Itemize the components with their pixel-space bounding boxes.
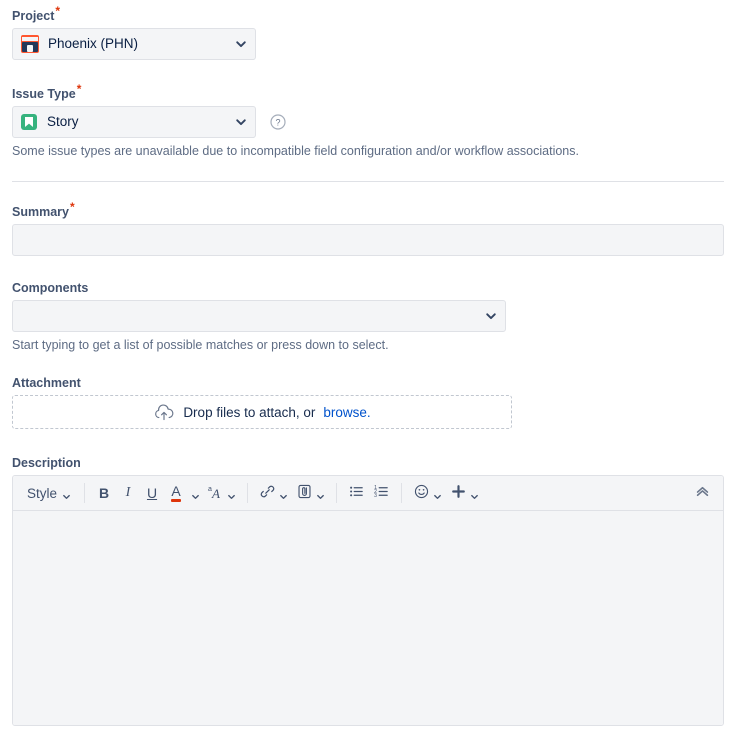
chevron-down-icon [433,489,442,499]
chevron-down-icon [235,116,247,128]
description-label: Description [12,456,81,470]
chevron-down-icon [470,489,479,499]
summary-field: Summary* [12,199,724,256]
more-formatting-icon: a A [206,484,226,503]
underline-button[interactable]: U [140,480,164,506]
attach-button[interactable] [292,480,329,506]
chevron-down-icon [235,38,247,50]
double-chevron-up-icon [694,483,711,503]
section-divider [12,181,724,182]
attachment-dropzone[interactable]: Drop files to attach, or browse. [12,395,512,429]
toolbar-separator [401,483,403,503]
issue-type-help-text: Some issue types are unavailable due to … [12,144,579,158]
story-icon [21,114,37,130]
issue-type-selected-value: Story [47,114,79,129]
chevron-down-icon [62,489,71,499]
issue-type-field: Issue Type* Story ? Some issue types are… [12,81,724,159]
emoji-button[interactable] [409,480,446,506]
link-icon [259,483,276,503]
components-field: Components Start typing to get a list of… [12,280,724,353]
insert-button[interactable] [446,480,483,506]
more-formatting-button[interactable]: a A [202,480,240,506]
issue-type-select[interactable]: Story [12,106,256,138]
description-field: Description Style B I U A a A 1 2 3 [12,455,724,726]
svg-text:A: A [211,486,220,500]
chevron-down-icon [316,489,325,499]
numbered-list-button[interactable]: 1 2 3 [369,480,394,506]
emoji-icon [413,483,430,503]
issue-type-label: Issue Type* [12,81,82,101]
required-asterisk: * [55,3,61,18]
project-select[interactable]: Phoenix (PHN) [12,28,256,60]
numbered-list-icon: 1 2 3 [373,483,390,503]
components-label: Components [12,281,89,295]
chevron-down-icon [279,489,288,499]
create-issue-form: Project* Phoenix (PHN) Issue Type* Story [0,0,736,735]
style-dropdown[interactable]: Style [21,480,77,506]
chevron-down-icon [227,489,236,499]
required-asterisk: * [76,81,82,96]
attachment-field: Attachment Drop files to attach, or brow… [12,375,724,429]
summary-label: Summary* [12,199,75,219]
paperclip-box-icon [296,483,313,503]
project-label: Project* [12,3,61,23]
svg-text:3: 3 [374,493,377,499]
svg-text:?: ? [275,117,280,127]
question-circle-icon[interactable]: ? [270,114,286,130]
collapse-toolbar-button[interactable] [690,480,715,506]
required-asterisk: * [69,199,75,214]
editor-toolbar: Style B I U A a A 1 2 3 [13,476,723,511]
text-color-dropdown[interactable] [188,480,202,506]
dropzone-text: Drop files to attach, or [183,404,316,420]
toolbar-separator [84,483,86,503]
project-selected-value: Phoenix (PHN) [48,36,139,51]
attachment-label: Attachment [12,376,81,390]
project-field: Project* Phoenix (PHN) [12,0,724,60]
components-select[interactable] [12,300,506,332]
chevron-down-icon [485,310,497,322]
browse-link[interactable]: browse. [323,405,370,420]
bullet-list-icon [348,483,365,503]
plus-icon [450,483,467,503]
components-help-text: Start typing to get a list of possible m… [12,338,389,352]
toolbar-separator [247,483,249,503]
text-color-button[interactable]: A [164,480,188,506]
link-button[interactable] [255,480,292,506]
description-textarea[interactable] [13,511,723,725]
bold-button[interactable]: B [92,480,116,506]
style-label: Style [27,485,58,501]
summary-input[interactable] [12,224,724,256]
italic-button[interactable]: I [116,480,140,506]
bullet-list-button[interactable] [344,480,369,506]
toolbar-separator [336,483,338,503]
project-avatar-icon [21,35,39,53]
chevron-down-icon [191,489,200,499]
description-editor: Style B I U A a A 1 2 3 [12,475,724,726]
cloud-upload-icon [153,403,175,421]
